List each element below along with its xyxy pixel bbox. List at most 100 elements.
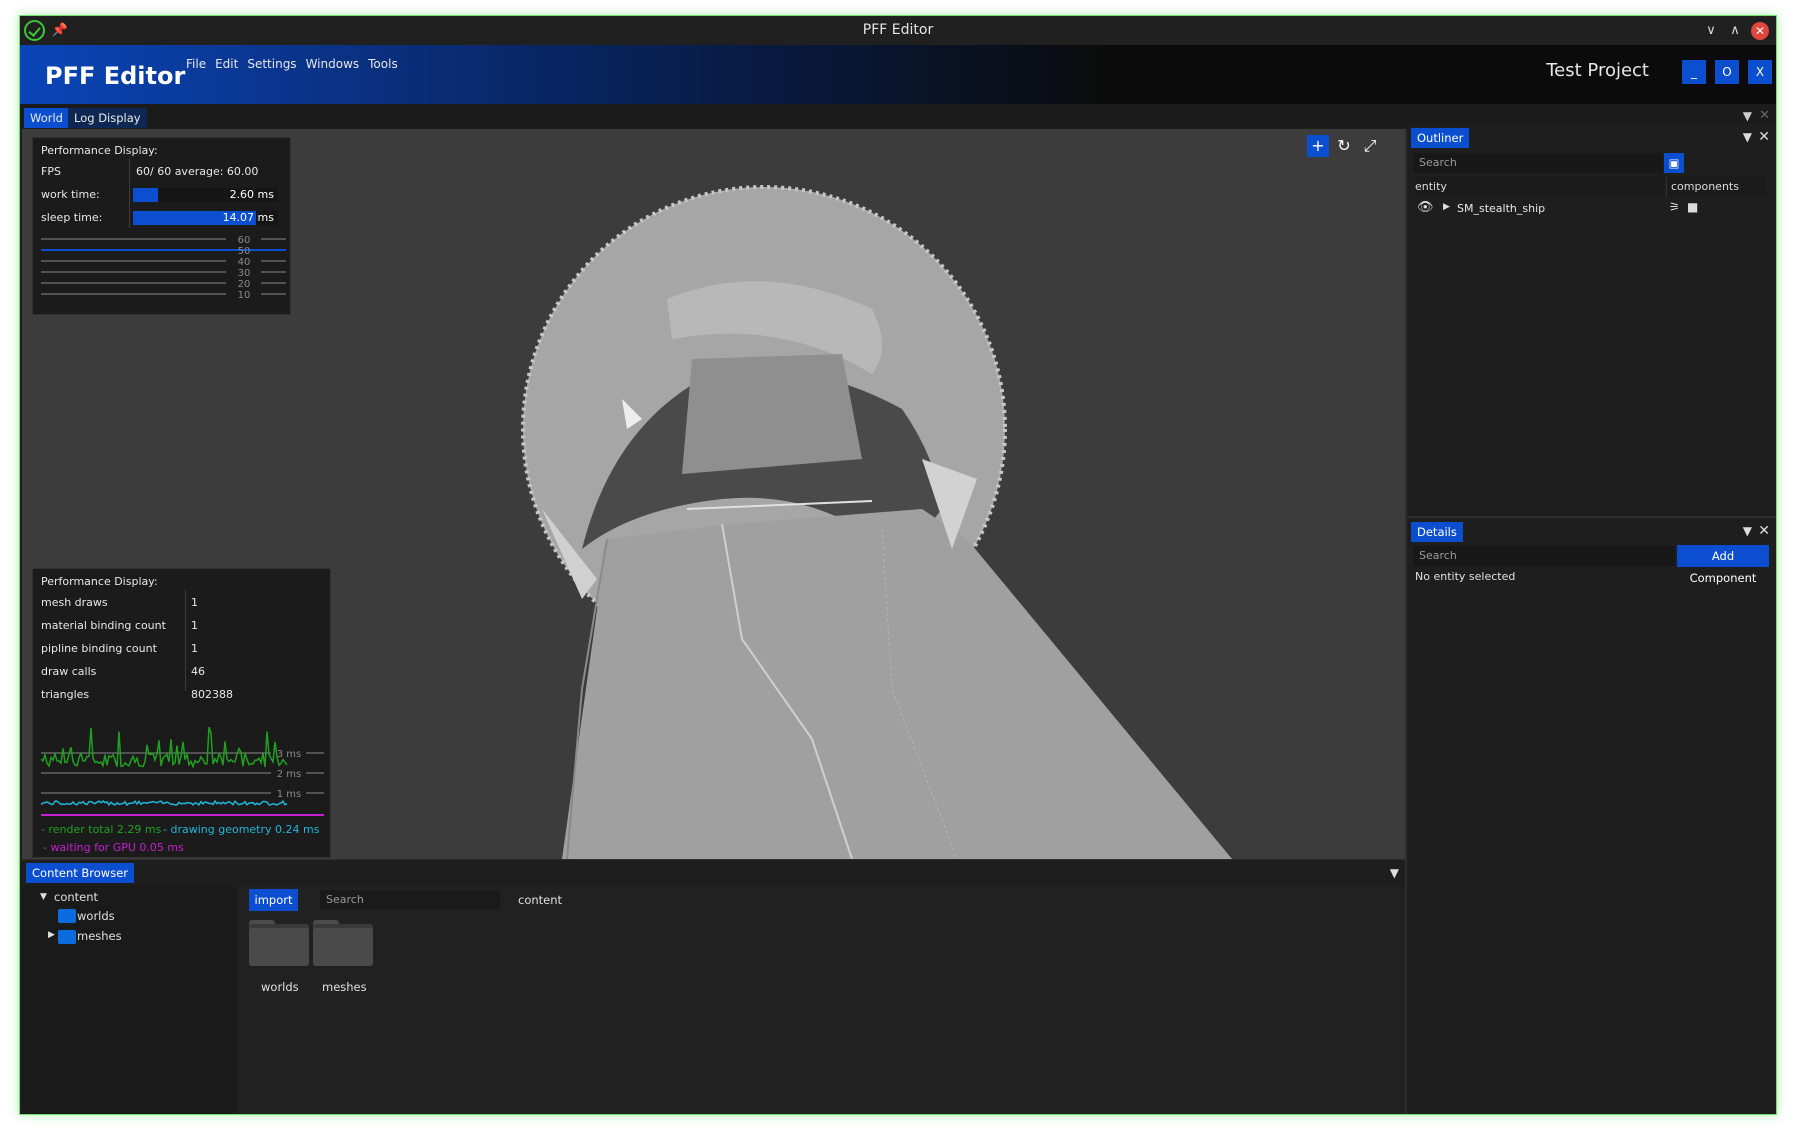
legend-drawing-geometry: - drawing geometry 0.24 ms bbox=[163, 823, 320, 836]
folder-label-meshes[interactable]: meshes bbox=[322, 980, 367, 994]
tree-collapsed-icon[interactable]: ▶ bbox=[48, 930, 55, 940]
viewport-toolbar: + ↻ ⤢ bbox=[1307, 135, 1381, 157]
outliner-row[interactable]: 👁 ▶ SM_stealth_ship ⚞ ■ bbox=[1415, 199, 1765, 219]
perf-render-title: Performance Display: bbox=[41, 575, 158, 588]
outliner-panel: Outliner ▼ ✕ Search ▣ entity components … bbox=[1407, 124, 1776, 516]
fps-tick-20: 20 bbox=[238, 279, 251, 290]
legend-waiting-gpu: - waiting for GPU 0.05 ms bbox=[43, 841, 184, 854]
refresh-icon[interactable]: ↻ bbox=[1333, 135, 1355, 157]
work-time-bar: 2.60 ms bbox=[133, 188, 278, 202]
legend-render-total: - render total 2.29 ms bbox=[41, 823, 162, 836]
menu-file[interactable]: File bbox=[186, 57, 206, 71]
os-titlebar: 📌 PFF Editor ∨ ∧ ✕ bbox=[20, 16, 1776, 45]
folder-tree: ▼ content worlds ▶ meshes bbox=[22, 886, 238, 1114]
fps-tick-50: 50 bbox=[238, 246, 251, 257]
work-time-value: 2.60 ms bbox=[229, 188, 274, 201]
render-tick-2ms: 2 ms bbox=[277, 769, 302, 780]
sleep-time-bar: 14.07 ms bbox=[133, 211, 278, 225]
sleep-time-value: 14.07 ms bbox=[222, 211, 274, 224]
import-button[interactable]: import bbox=[249, 889, 298, 911]
fps-tick-60: 60 bbox=[238, 235, 251, 246]
app-brand: PFF Editor bbox=[45, 62, 186, 90]
main-menu: File Edit Settings Windows Tools bbox=[186, 57, 398, 71]
content-path: content bbox=[518, 893, 563, 907]
add-entity-folder-icon[interactable]: ▣ bbox=[1664, 153, 1684, 173]
app-maximize-button[interactable]: O bbox=[1715, 60, 1739, 84]
fps-label: FPS bbox=[41, 165, 61, 178]
add-entity-button[interactable]: + bbox=[1307, 135, 1329, 157]
work-time-bar-fill bbox=[133, 188, 158, 202]
tab-log-display[interactable]: Log Display bbox=[68, 108, 147, 128]
folder-icon bbox=[58, 930, 76, 944]
outliner-menu-icon[interactable]: ▼ bbox=[1743, 130, 1752, 144]
app-minimize-button[interactable]: _ bbox=[1682, 60, 1706, 84]
fullscreen-icon[interactable]: ⤢ bbox=[1359, 135, 1381, 157]
sleep-time-label: sleep time: bbox=[41, 211, 103, 224]
details-tab[interactable]: Details bbox=[1411, 522, 1463, 542]
folder-icon[interactable] bbox=[249, 920, 309, 966]
perf-title: Performance Display: bbox=[41, 144, 158, 157]
mesh-draws-label: mesh draws bbox=[41, 596, 108, 609]
app-close-button[interactable]: X bbox=[1748, 60, 1772, 84]
fps-tick-40: 40 bbox=[238, 257, 251, 268]
menu-tools[interactable]: Tools bbox=[368, 57, 398, 71]
performance-panel-fps: Performance Display: FPS 60/ 60 average:… bbox=[32, 137, 291, 315]
no-entity-message: No entity selected bbox=[1415, 570, 1516, 583]
tree-item-worlds[interactable]: worlds bbox=[77, 909, 115, 923]
menu-edit[interactable]: Edit bbox=[215, 57, 238, 71]
render-time-graph: 3 ms 2 ms 1 ms bbox=[41, 726, 324, 816]
content-browser-menu-icon[interactable]: ▼ bbox=[1390, 866, 1399, 880]
details-search-input[interactable]: Search bbox=[1413, 546, 1675, 566]
column-divider bbox=[185, 589, 186, 691]
window-close-icon[interactable]: ✕ bbox=[1751, 22, 1769, 40]
entity-name[interactable]: SM_stealth_ship bbox=[1457, 202, 1545, 215]
tab-world[interactable]: World bbox=[24, 108, 69, 128]
components-column-header[interactable]: components bbox=[1666, 177, 1766, 197]
fps-value: 60/ 60 average: 60.00 bbox=[136, 165, 259, 178]
cube-component-icon: ■ bbox=[1687, 200, 1699, 214]
details-menu-icon[interactable]: ▼ bbox=[1743, 524, 1752, 538]
entity-column-header[interactable]: entity bbox=[1415, 177, 1665, 197]
render-tick-3ms: 3 ms bbox=[277, 749, 302, 760]
pipeline-binding-value: 1 bbox=[191, 642, 198, 655]
material-binding-label: material binding count bbox=[41, 619, 166, 632]
world-viewport[interactable]: + ↻ ⤢ Performance Display: FPS 60/ 60 av… bbox=[22, 129, 1405, 859]
app-header: PFF Editor File Edit Settings Windows To… bbox=[20, 45, 1776, 104]
fps-tick-30: 30 bbox=[238, 268, 251, 279]
content-search-input[interactable]: Search bbox=[320, 890, 500, 910]
drawing-geometry-series bbox=[41, 799, 288, 807]
visibility-eye-icon[interactable]: 👁 bbox=[1417, 200, 1434, 215]
column-divider bbox=[129, 158, 130, 228]
dock-menu-icon[interactable]: ▼ bbox=[1743, 109, 1752, 123]
add-component-button[interactable]: Add Component bbox=[1677, 545, 1769, 585]
menu-windows[interactable]: Windows bbox=[306, 57, 360, 71]
tree-expand-icon[interactable]: ▼ bbox=[40, 892, 47, 902]
render-total-series bbox=[41, 726, 288, 769]
draw-calls-value: 46 bbox=[191, 665, 205, 678]
details-close-icon[interactable]: ✕ bbox=[1758, 524, 1770, 538]
dock-close-icon[interactable]: ✕ bbox=[1759, 108, 1770, 123]
project-name: Test Project bbox=[1546, 60, 1649, 81]
triangles-label: triangles bbox=[41, 688, 90, 701]
triangles-value: 802388 bbox=[191, 688, 233, 701]
content-browser-panel: Content Browser ▼ ▼ content worlds ▶ mes… bbox=[22, 859, 1405, 1114]
outliner-search-input[interactable]: Search bbox=[1413, 153, 1663, 173]
draw-calls-label: draw calls bbox=[41, 665, 97, 678]
outliner-close-icon[interactable]: ✕ bbox=[1758, 130, 1770, 144]
folder-icon bbox=[58, 909, 76, 923]
folder-label-worlds[interactable]: worlds bbox=[261, 980, 299, 994]
content-browser-tab[interactable]: Content Browser bbox=[26, 863, 134, 883]
outliner-tab[interactable]: Outliner bbox=[1411, 128, 1470, 148]
window-title: PFF Editor bbox=[862, 22, 934, 38]
maximize-chevron-icon[interactable]: ∧ bbox=[1724, 20, 1746, 42]
minimize-chevron-icon[interactable]: ∨ bbox=[1700, 20, 1722, 42]
menu-settings[interactable]: Settings bbox=[247, 57, 296, 71]
material-binding-value: 1 bbox=[191, 619, 198, 632]
tree-root-content[interactable]: content bbox=[54, 890, 98, 904]
folder-icon[interactable] bbox=[313, 920, 373, 966]
details-panel: Details ▼ ✕ Search Add Component No enti… bbox=[1407, 518, 1776, 1114]
tree-item-meshes[interactable]: meshes bbox=[77, 929, 122, 943]
expand-arrow-icon[interactable]: ▶ bbox=[1443, 202, 1450, 212]
pipeline-binding-label: pipline binding count bbox=[41, 642, 157, 655]
mesh-draws-value: 1 bbox=[191, 596, 198, 609]
